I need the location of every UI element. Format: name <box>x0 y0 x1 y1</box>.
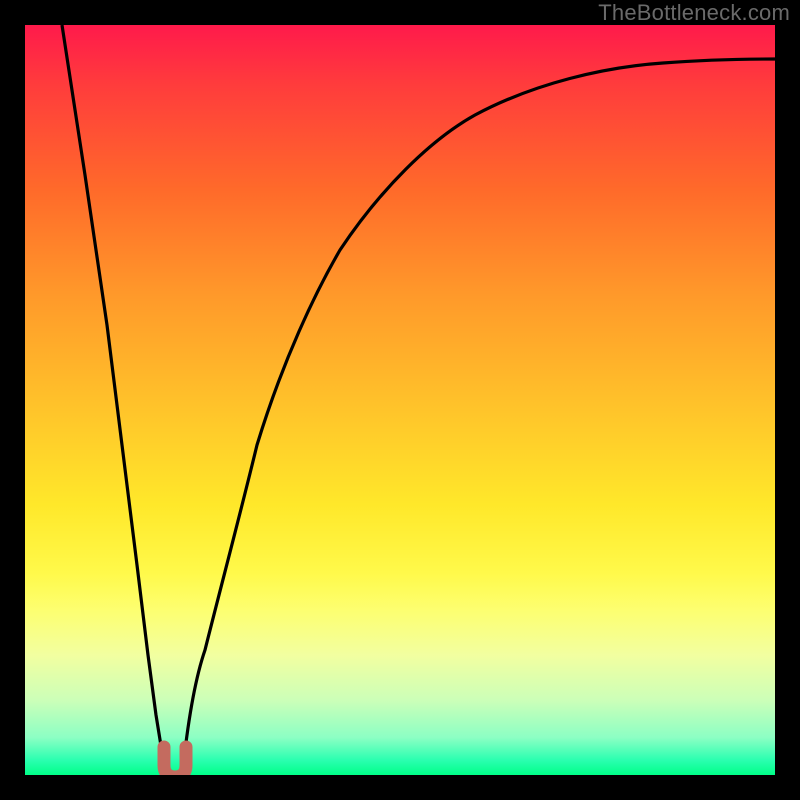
curve-right-branch <box>183 59 775 768</box>
curve-left-branch <box>62 25 167 768</box>
plot-area <box>25 25 775 775</box>
watermark-label: TheBottleneck.com <box>598 0 790 25</box>
chart-frame: TheBottleneck.com <box>0 0 800 800</box>
curve-layer <box>25 25 775 775</box>
minimum-u-marker <box>164 747 186 775</box>
